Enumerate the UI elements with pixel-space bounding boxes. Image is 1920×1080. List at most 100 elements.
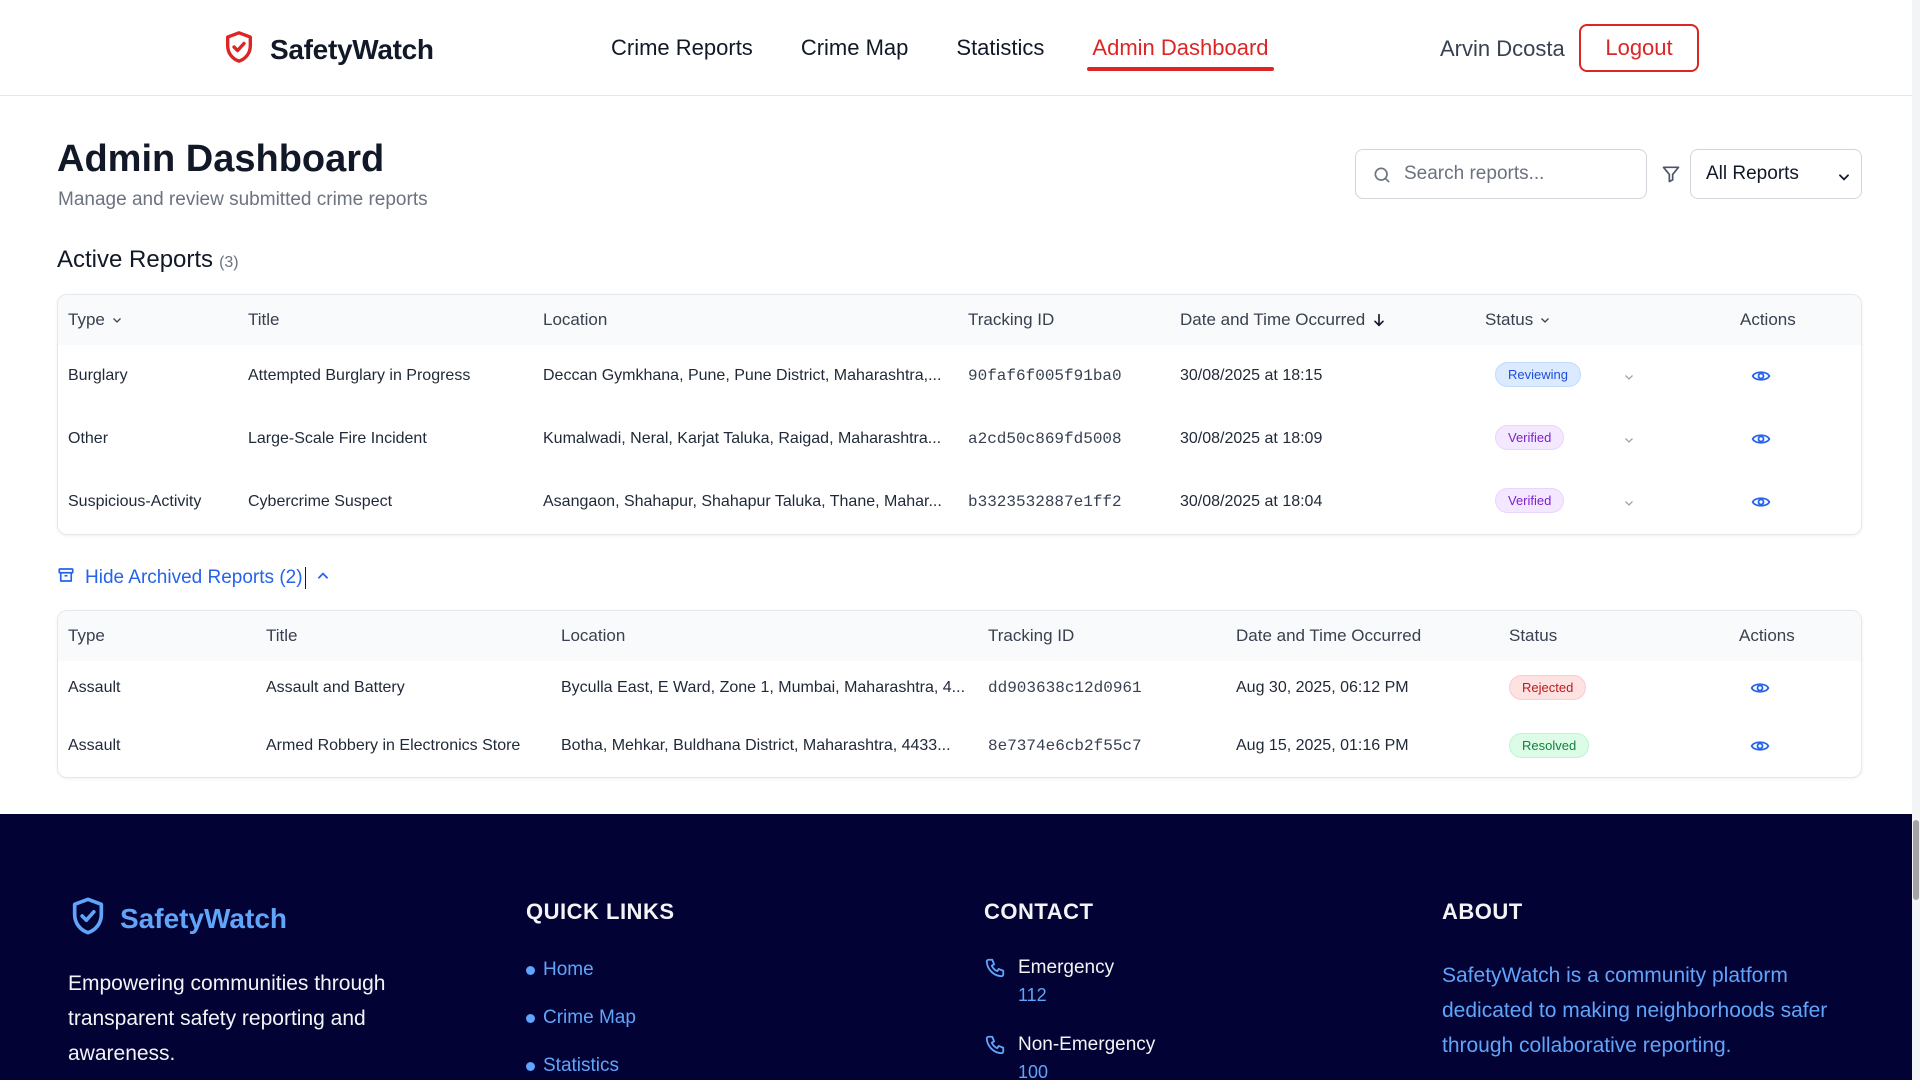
nav-admin-dashboard[interactable]: Admin Dashboard bbox=[1087, 0, 1274, 96]
contact-number[interactable]: 112 bbox=[1018, 985, 1114, 1006]
status-badge: Rejected bbox=[1509, 675, 1587, 700]
status-badge: Reviewing bbox=[1495, 362, 1581, 387]
text-cursor bbox=[304, 567, 306, 589]
about-heading: ABOUT bbox=[1442, 899, 1523, 924]
status-badge: Verified bbox=[1495, 425, 1565, 450]
contact-heading: CONTACT bbox=[984, 899, 1094, 924]
footer-link-label: Statistics bbox=[543, 1055, 620, 1076]
column-header-title: Title bbox=[248, 310, 280, 329]
cell-tracking-id: dd903638c12d0961 bbox=[988, 679, 1142, 697]
view-report-icon[interactable] bbox=[1751, 429, 1771, 454]
table-row: Assault Armed Robbery in Electronics Sto… bbox=[58, 719, 1861, 777]
cell-tracking-id: 8e7374e6cb2f55c7 bbox=[988, 737, 1142, 755]
column-label: Status bbox=[1485, 310, 1534, 329]
page-subtitle: Manage and review submitted crime report… bbox=[58, 189, 428, 210]
cell-location: Kumalwadi, Neral, Karjat Taluka, Raigad,… bbox=[543, 430, 942, 447]
table-row: Assault Assault and Battery Byculla East… bbox=[58, 661, 1861, 719]
bullet-icon bbox=[526, 965, 535, 975]
column-header-status[interactable]: Status bbox=[1485, 310, 1551, 330]
about-text: SafetyWatch is a community platform dedi… bbox=[1442, 964, 1828, 1057]
footer-brand: SafetyWatch bbox=[68, 896, 287, 941]
column-header-type: Type bbox=[68, 626, 105, 645]
cell-title: Attempted Burglary in Progress bbox=[248, 367, 471, 384]
logout-button[interactable]: Logout bbox=[1579, 24, 1699, 72]
chevron-down-icon bbox=[1837, 168, 1851, 190]
cell-tracking-id: a2cd50c869fd5008 bbox=[968, 430, 1122, 448]
cell-type: Suspicious-Activity bbox=[68, 493, 202, 510]
chevron-down-icon bbox=[1625, 501, 1633, 506]
view-report-icon[interactable] bbox=[1750, 678, 1770, 703]
contact-label: Non-Emergency bbox=[1018, 1034, 1156, 1055]
chevron-up-icon bbox=[316, 567, 330, 589]
cell-datetime: 30/08/2025 at 18:15 bbox=[1180, 367, 1323, 384]
cell-title: Large-Scale Fire Incident bbox=[248, 430, 427, 447]
column-header-date[interactable]: Date and Time Occurred bbox=[1180, 310, 1387, 330]
main-nav: Crime Reports Crime Map Statistics Admin… bbox=[611, 0, 1317, 96]
archive-icon bbox=[57, 566, 75, 590]
footer-link-crime-map[interactable]: Crime Map bbox=[526, 1007, 636, 1029]
chevron-down-icon bbox=[1541, 318, 1550, 323]
footer-link-statistics[interactable]: Statistics bbox=[526, 1055, 619, 1077]
chevron-down-icon bbox=[1625, 438, 1633, 443]
chevron-down-icon bbox=[1625, 375, 1633, 380]
nav-crime-map[interactable]: Crime Map bbox=[801, 0, 909, 96]
search-box bbox=[1355, 149, 1647, 199]
view-report-icon[interactable] bbox=[1751, 366, 1771, 391]
view-report-icon[interactable] bbox=[1750, 736, 1770, 761]
column-label: Type bbox=[68, 310, 105, 329]
column-header-location: Location bbox=[543, 310, 608, 329]
active-reports-table: Type Title Location Tracking ID Date and… bbox=[57, 294, 1862, 535]
column-header-date: Date and Time Occurred bbox=[1236, 626, 1422, 645]
top-header: SafetyWatch Crime Reports Crime Map Stat… bbox=[0, 0, 1920, 96]
footer-link-label: Home bbox=[543, 959, 594, 980]
cell-type: Assault bbox=[68, 737, 121, 754]
cell-datetime: 30/08/2025 at 18:04 bbox=[1180, 493, 1323, 510]
footer-link-home[interactable]: Home bbox=[526, 959, 594, 981]
report-filter-value: All Reports bbox=[1706, 163, 1799, 184]
active-reports-title: Active Reports bbox=[57, 246, 214, 273]
column-header-title: Title bbox=[266, 626, 298, 645]
cell-title: Cybercrime Suspect bbox=[248, 493, 393, 510]
column-label: Date and Time Occurred bbox=[1180, 310, 1366, 329]
search-input[interactable] bbox=[1404, 150, 1640, 198]
cell-title: Assault and Battery bbox=[266, 679, 405, 696]
table-row: Burglary Attempted Burglary in Progress … bbox=[58, 345, 1861, 408]
brand-logo[interactable]: SafetyWatch bbox=[222, 30, 434, 69]
table-row: Other Large-Scale Fire Incident Kumalwad… bbox=[58, 408, 1861, 471]
page-title: Admin Dashboard bbox=[57, 138, 385, 180]
table-header: Type Title Location Tracking ID Date and… bbox=[58, 295, 1861, 345]
status-badge: Verified bbox=[1495, 488, 1565, 513]
nav-statistics[interactable]: Statistics bbox=[956, 0, 1044, 96]
table-header: Type Title Location Tracking ID Date and… bbox=[58, 611, 1861, 661]
cell-title: Armed Robbery in Electronics Store bbox=[266, 737, 521, 754]
column-header-actions: Actions bbox=[1740, 310, 1796, 329]
contact-number[interactable]: 100 bbox=[1018, 1062, 1155, 1080]
filter-icon[interactable] bbox=[1661, 164, 1681, 189]
cell-datetime: Aug 15, 2025, 01:16 PM bbox=[1236, 737, 1409, 754]
page-scrollbar[interactable] bbox=[1912, 0, 1920, 1080]
search-icon bbox=[1372, 165, 1392, 190]
phone-icon bbox=[984, 957, 1006, 1006]
brand-name: SafetyWatch bbox=[270, 33, 434, 65]
active-reports-heading: Active Reports (3) bbox=[57, 246, 239, 274]
cell-location: Byculla East, E Ward, Zone 1, Mumbai, Ma… bbox=[561, 679, 966, 696]
footer-brand-name: SafetyWatch bbox=[120, 902, 288, 934]
archived-reports-table: Type Title Location Tracking ID Date and… bbox=[57, 610, 1862, 778]
toggle-archived-reports[interactable]: Hide Archived Reports (2) bbox=[57, 566, 330, 590]
chevron-down-icon bbox=[112, 318, 121, 323]
cell-type: Other bbox=[68, 430, 109, 447]
cell-datetime: 30/08/2025 at 18:09 bbox=[1180, 430, 1323, 447]
report-filter-select[interactable]: All Reports bbox=[1690, 149, 1862, 199]
footer-link-label: Crime Map bbox=[543, 1007, 636, 1028]
view-report-icon[interactable] bbox=[1751, 492, 1771, 517]
status-select[interactable]: Reviewing bbox=[1485, 358, 1645, 394]
cell-location: Deccan Gymkhana, Pune, Pune District, Ma… bbox=[543, 367, 942, 384]
status-select[interactable]: Verified bbox=[1485, 421, 1645, 457]
scrollbar-thumb[interactable] bbox=[1913, 820, 1919, 900]
archived-toggle-label: Hide Archived Reports (2) bbox=[85, 567, 303, 588]
quick-links-heading: QUICK LINKS bbox=[526, 899, 675, 924]
column-header-type[interactable]: Type bbox=[68, 310, 123, 330]
contact-label: Emergency bbox=[1018, 957, 1115, 978]
nav-crime-reports[interactable]: Crime Reports bbox=[611, 0, 753, 96]
status-select[interactable]: Verified bbox=[1485, 484, 1645, 520]
